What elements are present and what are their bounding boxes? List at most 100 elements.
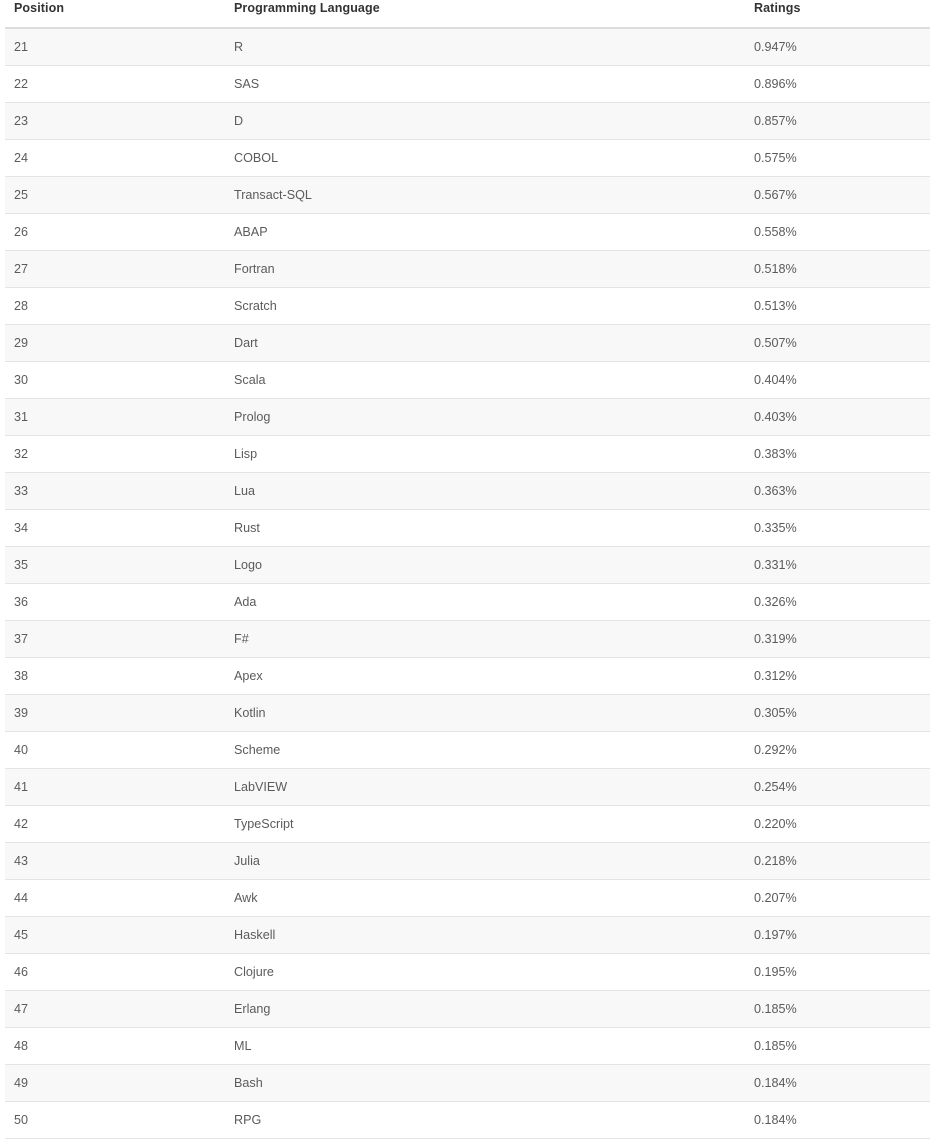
cell-programming-language: Lua (225, 472, 745, 510)
cell-ratings: 0.335% (745, 509, 930, 547)
cell-position: 46 (5, 953, 225, 991)
table-row: 26 ABAP 0.558% (5, 213, 930, 251)
cell-ratings: 0.947% (745, 28, 930, 66)
cell-position: 42 (5, 805, 225, 843)
cell-programming-language: ML (225, 1027, 745, 1065)
programming-language-ranking-table: Position Programming Language Ratings 21… (5, 0, 930, 1139)
column-header-position: Position (5, 0, 225, 29)
cell-ratings: 0.220% (745, 805, 930, 843)
table-header: Position Programming Language Ratings (5, 0, 930, 29)
cell-ratings: 0.558% (745, 213, 930, 251)
cell-position: 43 (5, 842, 225, 880)
table-row: 38 Apex 0.312% (5, 657, 930, 695)
table-row: 31 Prolog 0.403% (5, 398, 930, 436)
cell-programming-language: Scratch (225, 287, 745, 325)
cell-programming-language: SAS (225, 65, 745, 103)
table-row: 48 ML 0.185% (5, 1027, 930, 1065)
table-row: 43 Julia 0.218% (5, 842, 930, 880)
table-row: 49 Bash 0.184% (5, 1064, 930, 1102)
cell-programming-language: Erlang (225, 990, 745, 1028)
cell-programming-language: Prolog (225, 398, 745, 436)
cell-ratings: 0.331% (745, 546, 930, 584)
cell-ratings: 0.857% (745, 102, 930, 140)
table-row: 35 Logo 0.331% (5, 546, 930, 584)
cell-ratings: 0.254% (745, 768, 930, 806)
table-row: 40 Scheme 0.292% (5, 731, 930, 769)
cell-programming-language: Clojure (225, 953, 745, 991)
cell-ratings: 0.403% (745, 398, 930, 436)
cell-position: 32 (5, 435, 225, 473)
table-row: 33 Lua 0.363% (5, 472, 930, 510)
table-row: 25 Transact-SQL 0.567% (5, 176, 930, 214)
table-row: 39 Kotlin 0.305% (5, 694, 930, 732)
table-row: 37 F# 0.319% (5, 620, 930, 658)
cell-position: 21 (5, 28, 225, 66)
cell-programming-language: TypeScript (225, 805, 745, 843)
cell-ratings: 0.305% (745, 694, 930, 732)
cell-programming-language: Julia (225, 842, 745, 880)
table-row: 41 LabVIEW 0.254% (5, 768, 930, 806)
table-row: 42 TypeScript 0.220% (5, 805, 930, 843)
cell-ratings: 0.218% (745, 842, 930, 880)
cell-position: 23 (5, 102, 225, 140)
cell-position: 38 (5, 657, 225, 695)
cell-programming-language: R (225, 28, 745, 66)
table-row: 44 Awk 0.207% (5, 879, 930, 917)
cell-ratings: 0.513% (745, 287, 930, 325)
cell-ratings: 0.319% (745, 620, 930, 658)
cell-programming-language: ABAP (225, 213, 745, 251)
cell-position: 31 (5, 398, 225, 436)
cell-position: 22 (5, 65, 225, 103)
cell-position: 27 (5, 250, 225, 288)
cell-position: 44 (5, 879, 225, 917)
cell-position: 24 (5, 139, 225, 177)
cell-programming-language: Rust (225, 509, 745, 547)
cell-position: 37 (5, 620, 225, 658)
cell-position: 35 (5, 546, 225, 584)
cell-ratings: 0.312% (745, 657, 930, 695)
cell-position: 28 (5, 287, 225, 325)
cell-position: 26 (5, 213, 225, 251)
cell-programming-language: Ada (225, 583, 745, 621)
cell-ratings: 0.197% (745, 916, 930, 954)
cell-programming-language: Fortran (225, 250, 745, 288)
table-row: 45 Haskell 0.197% (5, 916, 930, 954)
cell-programming-language: Lisp (225, 435, 745, 473)
ranking-table-container: Position Programming Language Ratings 21… (0, 0, 939, 1139)
cell-ratings: 0.185% (745, 1027, 930, 1065)
cell-ratings: 0.184% (745, 1101, 930, 1139)
cell-programming-language: Scala (225, 361, 745, 399)
cell-position: 50 (5, 1101, 225, 1139)
table-row: 28 Scratch 0.513% (5, 287, 930, 325)
cell-ratings: 0.363% (745, 472, 930, 510)
cell-ratings: 0.507% (745, 324, 930, 362)
table-row: 23 D 0.857% (5, 102, 930, 140)
cell-ratings: 0.207% (745, 879, 930, 917)
cell-position: 49 (5, 1064, 225, 1102)
cell-programming-language: Transact-SQL (225, 176, 745, 214)
cell-programming-language: D (225, 102, 745, 140)
cell-ratings: 0.185% (745, 990, 930, 1028)
cell-programming-language: Scheme (225, 731, 745, 769)
table-row: 47 Erlang 0.185% (5, 990, 930, 1028)
cell-position: 45 (5, 916, 225, 954)
table-row: 34 Rust 0.335% (5, 509, 930, 547)
cell-ratings: 0.404% (745, 361, 930, 399)
cell-programming-language: Dart (225, 324, 745, 362)
table-row: 50 RPG 0.184% (5, 1101, 930, 1139)
table-body: 21 R 0.947% 22 SAS 0.896% 23 D 0.857% 24 COBOL 0.57… (5, 28, 930, 1139)
cell-position: 29 (5, 324, 225, 362)
table-header-row: Position Programming Language Ratings (5, 0, 930, 29)
cell-programming-language: COBOL (225, 139, 745, 177)
cell-position: 39 (5, 694, 225, 732)
cell-position: 36 (5, 583, 225, 621)
cell-programming-language: Haskell (225, 916, 745, 954)
cell-programming-language: Bash (225, 1064, 745, 1102)
table-row: 27 Fortran 0.518% (5, 250, 930, 288)
cell-ratings: 0.518% (745, 250, 930, 288)
cell-position: 25 (5, 176, 225, 214)
cell-programming-language: F# (225, 620, 745, 658)
table-row: 21 R 0.947% (5, 28, 930, 66)
cell-ratings: 0.567% (745, 176, 930, 214)
cell-position: 40 (5, 731, 225, 769)
